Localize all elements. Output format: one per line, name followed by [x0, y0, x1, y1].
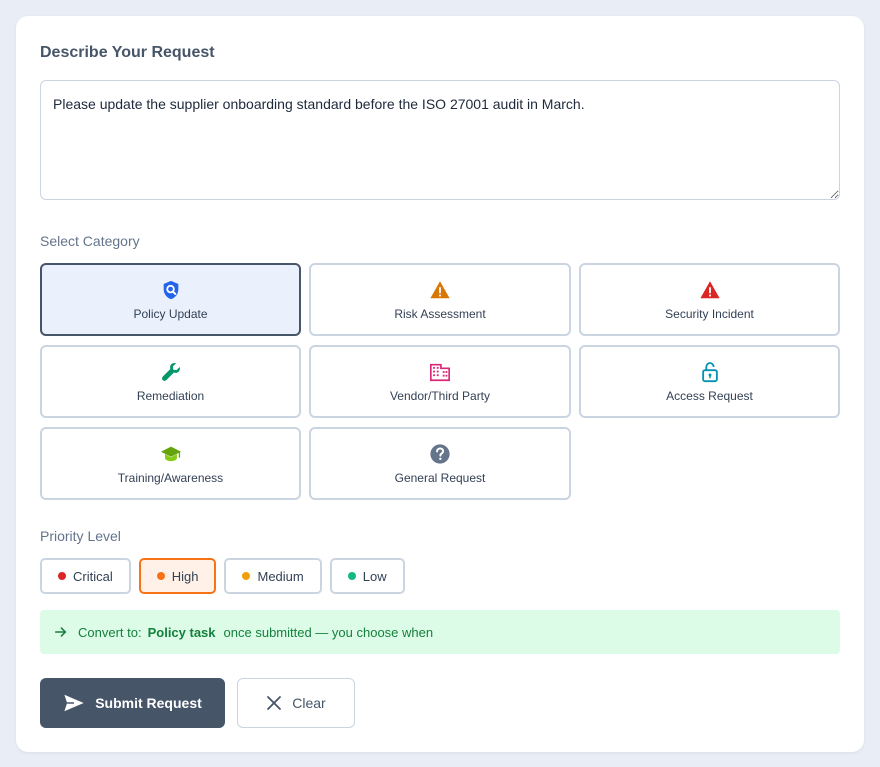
category-risk-assessment[interactable]: Risk Assessment [309, 263, 571, 336]
clear-button[interactable]: Clear [237, 678, 355, 728]
question-circle-icon [429, 443, 451, 465]
category-access-request[interactable]: Access Request [579, 345, 840, 418]
priority-dot [58, 572, 66, 580]
priority-dot [156, 572, 165, 580]
priority-low[interactable]: Low [329, 558, 405, 594]
graduation-cap-icon [160, 443, 182, 465]
unlock-icon [699, 361, 721, 383]
priority-option-label: High [171, 568, 199, 584]
category-label-text: Training/Awareness [117, 470, 224, 485]
priority-dot [347, 572, 356, 580]
priority-option-label: Low [362, 568, 387, 584]
priority-critical[interactable]: Critical [40, 558, 131, 594]
close-icon [266, 695, 282, 711]
category-training-awareness[interactable]: Training/Awareness [40, 427, 301, 500]
priority-option-label: Critical [73, 568, 113, 584]
category-label-text: Security Incident [665, 306, 754, 321]
conversion-notice: Convert to: Policy task once submitted —… [40, 610, 840, 654]
category-grid: Policy Update Risk Assessment Security I… [40, 263, 840, 500]
priority-high[interactable]: High [138, 558, 217, 594]
shield-search-icon [160, 279, 182, 301]
category-label-text: Access Request [666, 388, 753, 403]
alert-triangle-icon [699, 279, 721, 301]
arrow-right-icon [54, 625, 78, 639]
category-label-text: Remediation [136, 388, 205, 403]
category-vendor-third-party[interactable]: Vendor/Third Party [309, 345, 571, 418]
wrench-icon [160, 361, 182, 383]
category-security-incident[interactable]: Security Incident [579, 263, 840, 336]
priority-option-label: Medium [257, 568, 304, 584]
category-policy-update[interactable]: Policy Update [40, 263, 301, 336]
category-general-request[interactable]: General Request [309, 427, 571, 500]
category-label-text: Vendor/Third Party [389, 388, 491, 403]
priority-options: Critical High Medium Low [40, 558, 405, 594]
submit-button-label: Submit Request [95, 695, 202, 711]
building-icon [429, 361, 451, 383]
category-remediation[interactable]: Remediation [40, 345, 301, 418]
priority-label: Priority Level [40, 528, 121, 544]
category-label-text: Risk Assessment [394, 306, 486, 321]
form-title: Describe Your Request [40, 44, 215, 61]
category-label: Select Category [40, 233, 140, 249]
priority-dot [242, 572, 251, 580]
clear-button-label: Clear [292, 695, 326, 711]
request-form-card: Describe Your Request Please update the … [16, 16, 864, 752]
notice-suffix: once submitted — you choose when [223, 624, 434, 640]
category-label-text: General Request [394, 470, 486, 485]
category-label-text: Policy Update [133, 306, 208, 321]
notice-prefix: Convert to: [78, 624, 142, 640]
submit-request-button[interactable]: Submit Request [40, 678, 225, 728]
warning-triangle-icon [429, 279, 451, 301]
notice-target: Policy task [147, 624, 216, 640]
request-description-input[interactable]: Please update the supplier onboarding st… [40, 80, 840, 200]
priority-medium[interactable]: Medium [224, 558, 322, 594]
send-icon [63, 692, 85, 714]
